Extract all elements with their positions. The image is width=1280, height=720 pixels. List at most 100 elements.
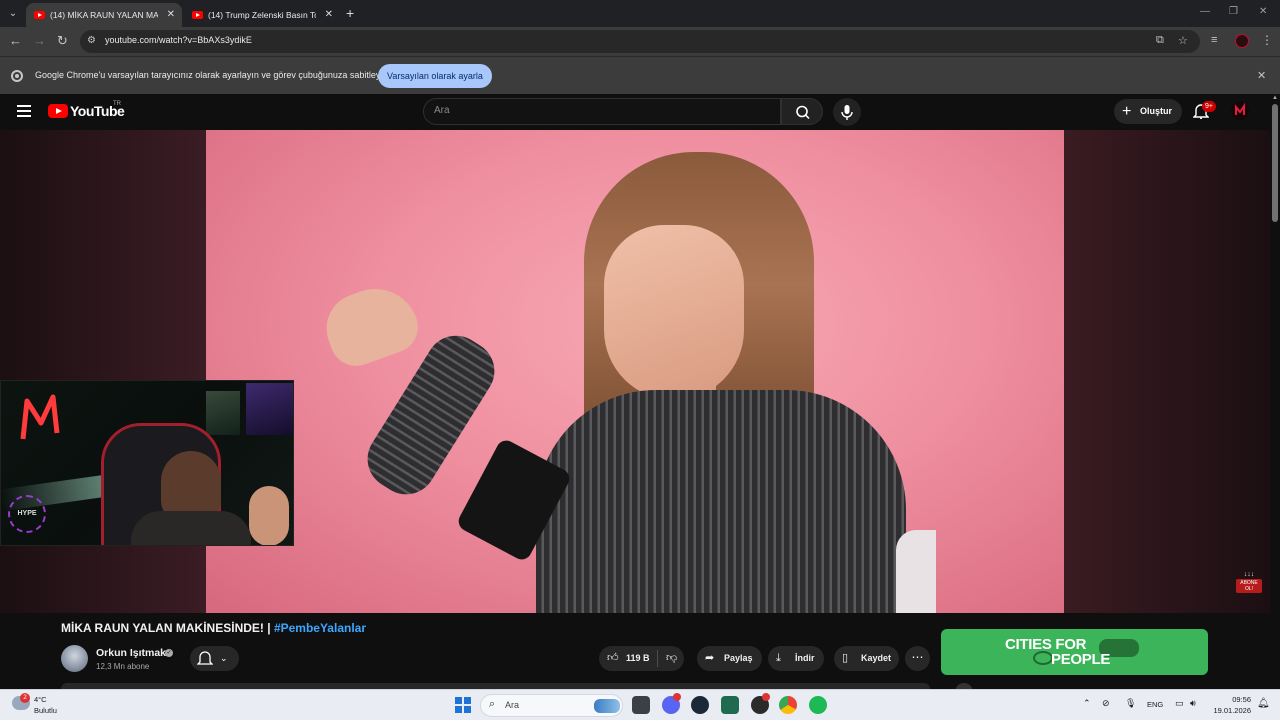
minimize-icon[interactable]: —: [1200, 6, 1210, 17]
scrollbar-thumb[interactable]: [1272, 104, 1278, 222]
download-label: İndir: [795, 653, 815, 663]
dislike-button[interactable]: 👎︎: [660, 646, 686, 671]
bookmark-icon: ▯: [842, 652, 849, 664]
language-indicator[interactable]: ENG: [1147, 700, 1163, 709]
forward-icon[interactable]: →: [33, 33, 46, 49]
task-view-icon[interactable]: [632, 696, 650, 714]
search-icon: [796, 105, 810, 120]
tab-search-menu-icon[interactable]: ⌄: [5, 6, 21, 22]
notification-count-badge: 9+: [1202, 101, 1216, 112]
microphone-tray-icon[interactable]: 🎙︎: [1125, 698, 1136, 709]
windows-start-icon[interactable]: [455, 697, 471, 713]
ambient-right: [1064, 130, 1270, 613]
new-tab-icon[interactable]: +: [346, 6, 354, 20]
clock-date[interactable]: 19.01.2026: [1207, 706, 1251, 715]
create-button[interactable]: + Oluştur: [1114, 99, 1182, 124]
more-actions-button[interactable]: ⋯: [905, 646, 930, 671]
close-tab-icon[interactable]: ✕: [325, 3, 333, 27]
network-off-icon[interactable]: ⊘: [1102, 698, 1110, 709]
weather-temperature[interactable]: 4°C: [34, 695, 47, 704]
thumbs-up-icon: 👍︎: [607, 652, 619, 664]
share-button[interactable]: ➦ Paylaş: [697, 646, 762, 671]
country-code: TR: [113, 101, 121, 107]
youtube-favicon-icon: [192, 11, 203, 19]
person-sweater: [536, 390, 906, 613]
verified-check-icon: ✓: [165, 649, 173, 657]
close-infobar-icon[interactable]: ✕: [1257, 69, 1266, 82]
like-count: 119 B: [626, 653, 650, 663]
video-frame[interactable]: [206, 130, 1064, 613]
media-controls-icon[interactable]: ≡: [1211, 34, 1217, 46]
address-bar[interactable]: ⚙ youtube.com/watch?v=BbAXs3ydikE: [80, 30, 1200, 53]
youtube-logo-icon[interactable]: [48, 104, 68, 118]
chrome-taskbar-icon[interactable]: [779, 696, 797, 714]
channel-name[interactable]: Orkun Işıtmak: [96, 647, 166, 659]
chair: [896, 530, 936, 613]
infobar-message: Google Chrome'u varsayılan tarayıcınız o…: [35, 70, 388, 80]
streamer-facecam: HYPE: [0, 380, 294, 546]
microphone-icon: [841, 105, 853, 120]
plus-icon: +: [1122, 103, 1132, 120]
subscription-bell-button[interactable]: ⌄: [190, 646, 239, 671]
hype-badge: HYPE: [8, 495, 46, 533]
volume-icon[interactable]: 🔊︎: [1190, 698, 1196, 709]
ad-headline-2: PEOPLE: [1051, 651, 1111, 668]
person-face: [604, 225, 744, 400]
account-avatar[interactable]: [1231, 102, 1249, 120]
display-icon[interactable]: ▭: [1175, 698, 1184, 709]
show-hidden-icons-icon[interactable]: ⌃: [1083, 698, 1091, 709]
bell-icon: [197, 651, 213, 665]
channel-logo-icon: [1235, 102, 1245, 115]
close-tab-icon[interactable]: ✕: [167, 3, 175, 27]
chevron-down-icon: ⌄: [220, 653, 228, 663]
close-window-icon[interactable]: ✕: [1259, 6, 1267, 17]
default-browser-infobar: Google Chrome'u varsayılan tarayıcınız o…: [0, 56, 1280, 94]
set-default-browser-button[interactable]: Varsayılan olarak ayarla: [378, 64, 492, 88]
obs-badge: [762, 693, 770, 701]
taskbar-search[interactable]: ⌕ Ara: [480, 694, 623, 717]
youtube-header: YouTube TR + Oluştur 9+: [0, 94, 1270, 130]
notification-center-icon[interactable]: 🔔︎: [1257, 698, 1270, 709]
tab-mika-raun[interactable]: (14) MİKA RAUN YALAN MAKİNESİNDE! | #Pem…: [26, 3, 182, 27]
profile-avatar-icon[interactable]: [1235, 34, 1249, 48]
subscribe-watermark[interactable]: ↓↓↓ ABONE OL!: [1236, 571, 1262, 597]
ad-banner[interactable]: CITIES FOR PEOPLE: [941, 629, 1208, 675]
chrome-menu-icon[interactable]: ⋮: [1261, 33, 1273, 47]
download-button[interactable]: ⤓ İndir: [768, 646, 824, 671]
url-text: youtube.com/watch?v=BbAXs3ydikE: [105, 35, 252, 45]
tab-title: (14) Trump Zelenski Basın Toplantısı: [208, 10, 316, 20]
page-scrollbar[interactable]: ▲: [1270, 94, 1280, 688]
search-icon: ⌕: [489, 698, 496, 710]
reload-icon[interactable]: ↻: [57, 33, 68, 49]
video-hashtag[interactable]: #PembeYalanlar: [274, 621, 366, 635]
channel-avatar[interactable]: [61, 645, 88, 672]
search-input[interactable]: [434, 105, 764, 116]
clock-time[interactable]: 09:56: [1213, 695, 1251, 704]
search-highlight-image: [594, 699, 620, 713]
voice-search-button[interactable]: [833, 98, 861, 126]
restore-icon[interactable]: ❐: [1229, 6, 1238, 17]
back-icon[interactable]: ←: [9, 33, 22, 49]
subscriber-count: 12,3 Mn abone: [96, 662, 150, 671]
scroll-up-arrow-icon[interactable]: ▲: [1272, 95, 1278, 101]
video-title-text: MİKA RAUN YALAN MAKİNESİNDE! |: [61, 621, 271, 635]
weather-alert-badge: 2: [20, 693, 30, 703]
menu-icon[interactable]: [17, 105, 31, 117]
person-hand: [316, 276, 426, 374]
steam-icon[interactable]: [691, 696, 709, 714]
wall-poster: [246, 383, 293, 435]
down-arrows-icon: ↓↓↓: [1243, 571, 1255, 578]
spotify-icon[interactable]: [809, 696, 827, 714]
discord-badge: [673, 693, 681, 701]
ad-bicycle-graphic: [1033, 651, 1053, 665]
weather-description[interactable]: Bulutlu: [34, 706, 57, 715]
video-player[interactable]: HYPE ↓↓↓ ABONE OL!: [0, 130, 1270, 613]
install-app-icon[interactable]: ⧉: [1156, 34, 1164, 47]
wall-poster: [206, 391, 240, 435]
site-settings-icon[interactable]: ⚙: [87, 35, 96, 46]
bookmark-star-icon[interactable]: ☆: [1178, 34, 1188, 47]
save-button[interactable]: ▯ Kaydet: [834, 646, 899, 671]
tab-trump-zelenski[interactable]: (14) Trump Zelenski Basın Toplantısı ✕: [184, 3, 340, 27]
app-icon[interactable]: [721, 696, 739, 714]
search-button[interactable]: [781, 98, 823, 125]
